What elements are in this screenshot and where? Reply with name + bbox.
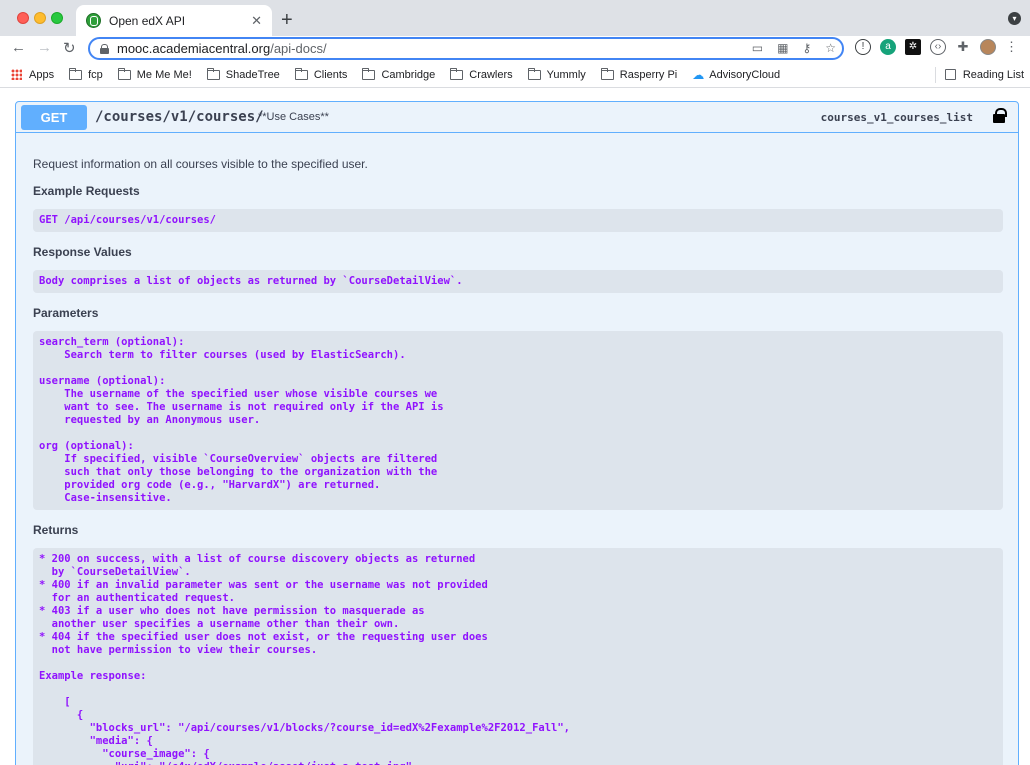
example-requests-heading: Example Requests [33, 184, 140, 198]
folder-icon [600, 67, 614, 80]
key-icon[interactable]: ⚷ [802, 41, 811, 55]
close-window-button[interactable] [17, 12, 29, 24]
parameters-code: search_term (optional): Search term to f… [33, 331, 1003, 510]
url-host: mooc.academiacentral.org [117, 41, 271, 56]
operation-summary-text: **Use Cases** [258, 111, 329, 123]
bookmark-rasperry-pi[interactable]: Rasperry Pi [600, 67, 677, 81]
response-values-code: Body comprises a list of objects as retu… [33, 270, 1003, 293]
browser-chrome: Open edX API ✕ + ▾ ← → ↻ mooc.academiace… [0, 0, 1030, 88]
tab-close-icon[interactable]: ✕ [251, 13, 262, 29]
cloud-icon: ☁ [692, 67, 705, 82]
onepassword-extension-icon[interactable]: ! [855, 39, 871, 55]
folder-icon [294, 67, 308, 80]
http-method-badge: GET [21, 105, 87, 130]
profile-avatar[interactable] [980, 39, 996, 55]
bookmark-apps[interactable]: Apps [11, 69, 54, 81]
address-bar[interactable]: mooc.academiacentral.org /api-docs/ ▭ ▦ … [88, 37, 844, 60]
folder-icon [206, 67, 220, 80]
url-path: /api-docs/ [270, 41, 327, 56]
qr-code-icon[interactable]: ▦ [777, 41, 788, 55]
bookmark-yummly[interactable]: Yummly [527, 67, 586, 81]
forward-arrow-icon[interactable]: → [37, 39, 52, 56]
chrome-menu-icon[interactable]: ⋮ [1005, 39, 1018, 55]
browser-toolbar: ← → ↻ mooc.academiacentral.org /api-docs… [0, 36, 1030, 62]
new-tab-button[interactable]: + [281, 9, 293, 32]
bookmark-fcp[interactable]: fcp [69, 67, 103, 81]
tab-open-edx-api[interactable]: Open edX API ✕ [76, 5, 272, 36]
bookmarks-bar: Apps fcp Me Me Me! ShadeTree Clients Cam… [0, 62, 1030, 88]
extensions-puzzle-icon[interactable]: ✚ [955, 39, 971, 55]
bookmark-cambridge[interactable]: Cambridge [362, 67, 435, 81]
reading-list-icon [944, 69, 956, 80]
page-content: GET /courses/v1/courses/ **Use Cases** c… [0, 88, 1030, 765]
tab-title: Open edX API [109, 13, 186, 28]
intro-text: Request information on all courses visib… [33, 157, 368, 171]
bookmark-crawlers[interactable]: Crawlers [450, 67, 513, 81]
edx-favicon-icon [86, 13, 101, 28]
bookmark-me-me-me[interactable]: Me Me Me! [117, 67, 192, 81]
response-values-heading: Response Values [33, 245, 132, 259]
operation-id: courses_v1_courses_list [820, 111, 973, 124]
tab-search-icon[interactable]: ▾ [1008, 12, 1021, 25]
bookmark-shadetree[interactable]: ShadeTree [206, 67, 280, 81]
react-devtools-extension-icon[interactable]: ✲ [905, 39, 921, 55]
cast-icon[interactable]: ▭ [752, 41, 763, 55]
apps-grid-icon [11, 69, 22, 80]
back-arrow-icon[interactable]: ← [11, 39, 26, 56]
operation-path: /courses/v1/courses/ [95, 109, 264, 125]
tab-bar: Open edX API ✕ + ▾ [0, 0, 1030, 36]
example-requests-code: GET /api/courses/v1/courses/ [33, 209, 1003, 232]
returns-code: * 200 on success, with a list of course … [33, 548, 1003, 765]
bookmark-clients[interactable]: Clients [294, 67, 347, 81]
operation-description: Request information on all courses visib… [33, 133, 1003, 765]
grammarly-extension-icon[interactable]: a [880, 39, 896, 55]
returns-heading: Returns [33, 523, 79, 537]
folder-icon [527, 67, 541, 80]
bookmark-star-icon[interactable]: ☆ [825, 41, 836, 55]
code-extension-icon[interactable]: ‹› [930, 39, 946, 55]
authorization-lock-icon[interactable] [993, 108, 1007, 123]
lock-icon[interactable] [100, 43, 109, 54]
parameters-heading: Parameters [33, 306, 99, 320]
folder-icon [117, 67, 131, 80]
reload-icon[interactable]: ↻ [63, 39, 76, 57]
operation-summary[interactable]: GET /courses/v1/courses/ **Use Cases** c… [16, 102, 1018, 133]
folder-icon [69, 67, 83, 80]
bookmark-advisorycloud[interactable]: ☁ AdvisoryCloud [692, 68, 780, 82]
folder-icon [362, 67, 376, 80]
operation-block-get: GET /courses/v1/courses/ **Use Cases** c… [15, 101, 1019, 765]
folder-icon [450, 67, 464, 80]
minimize-window-button[interactable] [34, 12, 46, 24]
zoom-window-button[interactable] [51, 12, 63, 24]
reading-list-button[interactable]: Reading List [934, 66, 1024, 83]
